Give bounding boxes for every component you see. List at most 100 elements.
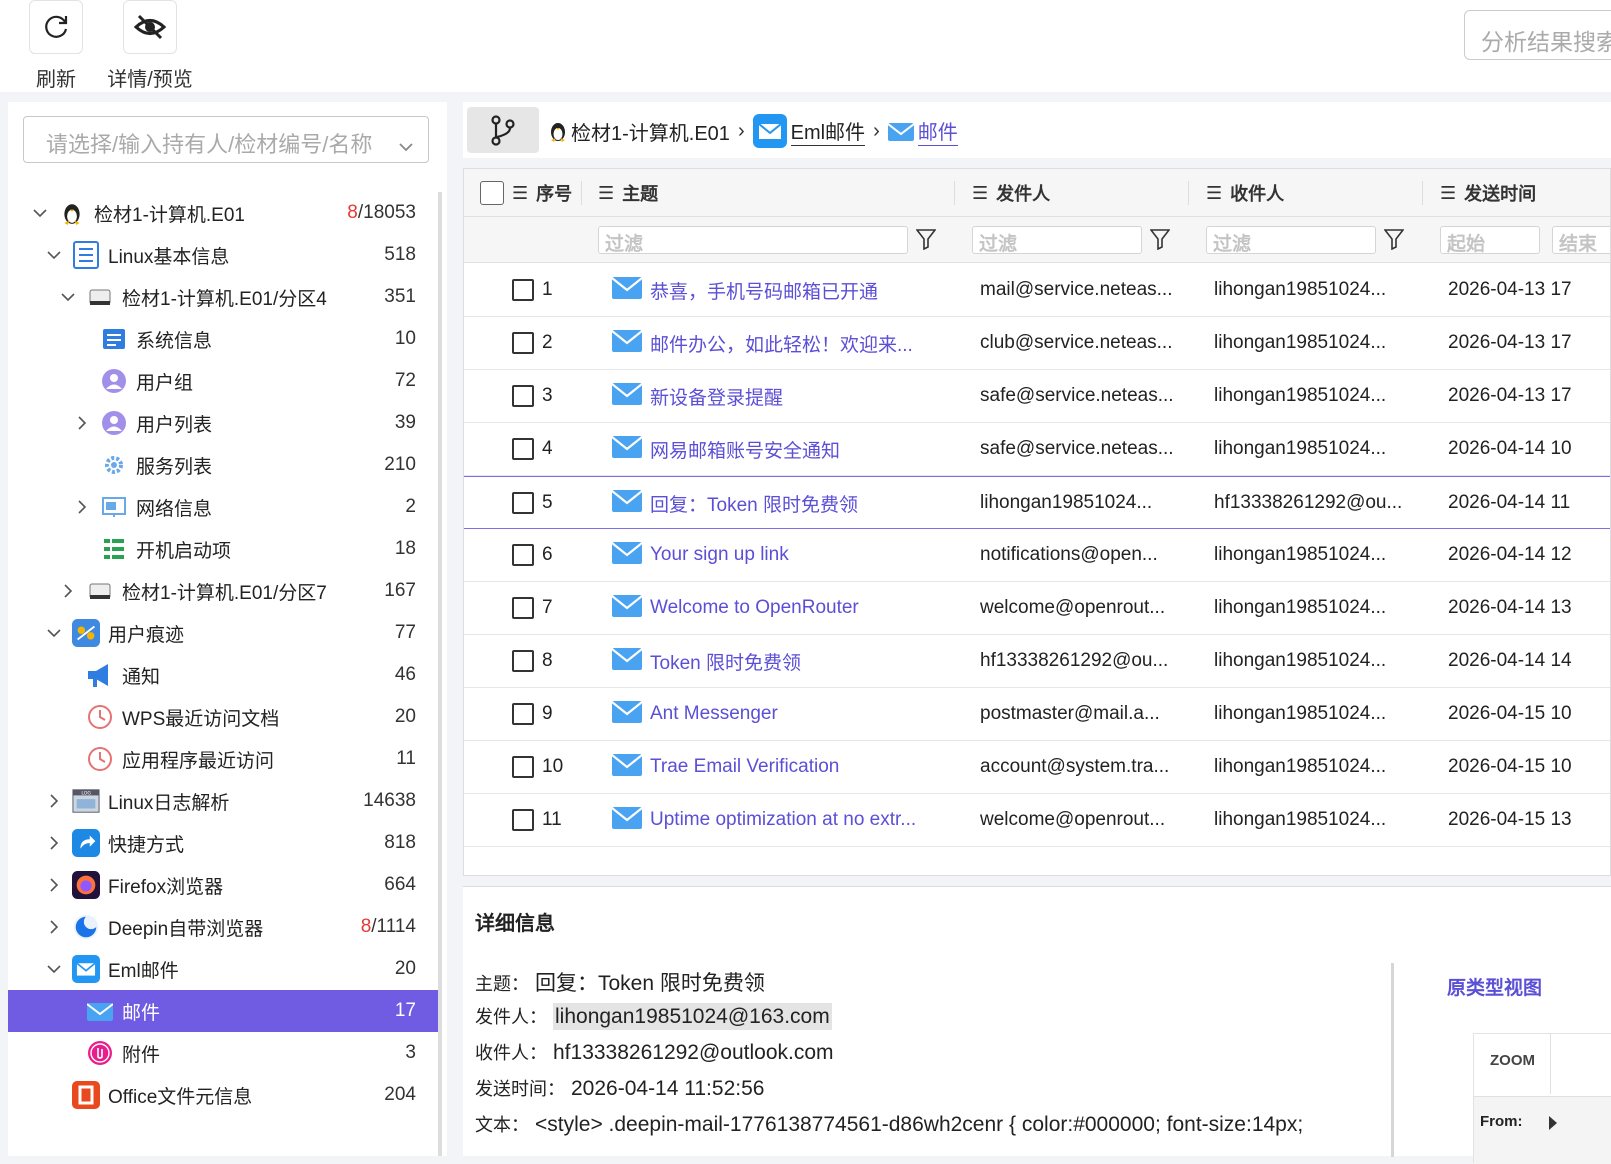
branch-button[interactable] — [467, 107, 539, 153]
row-checkbox[interactable] — [512, 477, 534, 529]
tree-item[interactable]: 用户痕迹 77 — [8, 612, 438, 654]
sidebar-scrollbar[interactable] — [438, 192, 442, 1156]
raw-view-link[interactable]: 原类型视图 — [1447, 973, 1542, 1000]
tree-item[interactable]: WPS最近访问文档 20 — [8, 696, 438, 738]
table-row[interactable]: 2 邮件办公，如此轻松！欢迎来... club@service.neteas... l… — [464, 317, 1610, 370]
row-subject[interactable]: 恭喜，手机号码邮箱已开通 — [612, 264, 952, 316]
row-subject[interactable]: Your sign up link — [612, 529, 952, 581]
preview-box: ZOOM From: — [1473, 1033, 1611, 1164]
breadcrumb-item-evidence[interactable]: 检材1-计算机.E01 — [549, 117, 730, 146]
column-header-recipient[interactable]: ☰ 收件人 — [1206, 169, 1284, 217]
row-subject[interactable]: Uptime optimization at no extr... — [612, 794, 952, 846]
breadcrumb-item-mail[interactable]: 邮件 — [887, 116, 958, 146]
row-subject[interactable]: 邮件办公，如此轻松！欢迎来... — [612, 317, 952, 369]
tree-item[interactable]: 附件 3 — [8, 1032, 438, 1074]
row-subject[interactable]: 新设备登录提醒 — [612, 370, 952, 422]
row-checkbox[interactable] — [512, 529, 534, 581]
row-checkbox[interactable] — [512, 264, 534, 316]
chevron-right-icon[interactable] — [58, 581, 78, 601]
row-checkbox[interactable] — [512, 582, 534, 634]
row-checkbox[interactable] — [512, 688, 534, 740]
tree-item[interactable]: 快捷方式 818 — [8, 822, 438, 864]
evidence-select[interactable]: 请选择/输入持有人/检材编号/名称 — [23, 116, 429, 163]
expand-arrow-icon[interactable] — [1548, 1115, 1558, 1136]
table-row[interactable]: 1 恭喜，手机号码邮箱已开通 mail@service.neteas... lihon… — [464, 264, 1610, 317]
chevron-right-icon[interactable] — [44, 875, 64, 895]
chevron-right-icon[interactable] — [72, 497, 92, 517]
row-checkbox[interactable] — [512, 370, 534, 422]
row-subject[interactable]: Token 限时免费领 — [612, 635, 952, 687]
table-row[interactable]: 3 新设备登录提醒 safe@service.neteas... lihongan19… — [464, 370, 1610, 423]
chevron-right-icon[interactable] — [72, 413, 92, 433]
row-checkbox[interactable] — [512, 794, 534, 846]
table-row[interactable]: 5 回复：Token 限时免费领 lihongan19851024... hf1333… — [464, 476, 1610, 529]
tree-item[interactable]: 检材1-计算机.E01/分区7 167 — [8, 570, 438, 612]
filter-funnel-icon[interactable] — [1383, 228, 1405, 255]
subject-filter-input[interactable]: 过滤 — [598, 226, 908, 254]
tree-item[interactable]: 网络信息 2 — [8, 486, 438, 528]
chevron-down-icon[interactable] — [30, 203, 50, 223]
tree-item[interactable]: 检材1-计算机.E01/分区4 351 — [8, 276, 438, 318]
tree-item[interactable]: 系统信息 10 — [8, 318, 438, 360]
svg-text:LOG: LOG — [81, 790, 91, 796]
time-start-input[interactable]: 起始 — [1440, 226, 1540, 254]
table-row[interactable]: 6 Your sign up link notifications@open... l… — [464, 529, 1610, 582]
log-icon: LOG — [72, 787, 100, 815]
tree-item[interactable]: 开机启动项 18 — [8, 528, 438, 570]
tree-item[interactable]: Linux基本信息 518 — [8, 234, 438, 276]
sender-filter-input[interactable]: 过滤 — [972, 226, 1142, 254]
row-subject[interactable]: 回复：Token 限时免费领 — [612, 477, 952, 529]
preview-button[interactable]: 详情/预览 — [100, 0, 200, 92]
tree-item[interactable]: Eml邮件 20 — [8, 948, 438, 990]
tree-item[interactable]: LOG Linux日志解析 14638 — [8, 780, 438, 822]
row-checkbox[interactable] — [512, 635, 534, 687]
recipient-filter-input[interactable]: 过滤 — [1206, 226, 1376, 254]
tree-item[interactable]: Firefox浏览器 664 — [8, 864, 438, 906]
table-row[interactable]: 10 Trae Email Verification account@system.… — [464, 741, 1610, 794]
select-all-checkbox[interactable] — [480, 169, 504, 217]
breadcrumb-item-eml[interactable]: Eml邮件 — [752, 114, 866, 148]
time-end-input[interactable]: 结束 — [1552, 226, 1610, 254]
table-row[interactable]: 7 Welcome to OpenRouter welcome@openrout..… — [464, 582, 1610, 635]
tree-item[interactable]: 用户组 72 — [8, 360, 438, 402]
row-subject[interactable]: Ant Messenger — [612, 688, 952, 740]
refresh-button[interactable]: 刷新 — [6, 0, 106, 92]
chevron-down-icon[interactable] — [58, 287, 78, 307]
tree-item[interactable]: 检材1-计算机.E01 8/18053 — [8, 192, 438, 234]
table-row[interactable]: 4 网易邮箱账号安全通知 safe@service.neteas... lihonga… — [464, 423, 1610, 476]
chevron-down-icon[interactable] — [44, 245, 64, 265]
chevron-right-icon[interactable] — [44, 917, 64, 937]
row-subject[interactable]: 网易邮箱账号安全通知 — [612, 423, 952, 475]
chevron-down-icon[interactable] — [44, 623, 64, 643]
table-row[interactable]: 9 Ant Messenger postmaster@mail.a... lihong… — [464, 688, 1610, 741]
row-checkbox[interactable] — [512, 423, 534, 475]
row-subject[interactable]: Welcome to OpenRouter — [612, 582, 952, 634]
menu-icon: ☰ — [1206, 182, 1223, 203]
tree-item[interactable]: 用户列表 39 — [8, 402, 438, 444]
column-header-sender[interactable]: ☰ 发件人 — [972, 169, 1050, 217]
tree-item[interactable]: 邮件 17 — [8, 990, 438, 1032]
table-row[interactable]: 8 Token 限时免费领 hf13338261292@ou... lihongan1… — [464, 635, 1610, 688]
result-search-input[interactable]: 分析结果搜索 — [1464, 10, 1611, 60]
tree-item[interactable]: 应用程序最近访问 11 — [8, 738, 438, 780]
from-row[interactable]: From: — [1474, 1096, 1611, 1164]
chevron-down-icon[interactable] — [44, 959, 64, 979]
column-header-seq[interactable]: ☰ 序号 — [512, 169, 572, 217]
row-subject[interactable]: Trae Email Verification — [612, 741, 952, 793]
row-checkbox[interactable] — [512, 741, 534, 793]
chevron-right-icon[interactable] — [44, 833, 64, 853]
tree-item[interactable]: 服务列表 210 — [8, 444, 438, 486]
clock-icon — [86, 703, 114, 731]
tree-item[interactable]: 通知 46 — [8, 654, 438, 696]
detail-splitter[interactable] — [1391, 963, 1394, 1157]
table-row[interactable]: 11 Uptime optimization at no extr... welco… — [464, 794, 1610, 847]
row-checkbox[interactable] — [512, 317, 534, 369]
zoom-button[interactable]: ZOOM — [1490, 1052, 1535, 1069]
tree-item[interactable]: Deepin自带浏览器 8/1114 — [8, 906, 438, 948]
column-header-time[interactable]: ☰ 发送时间 — [1440, 169, 1536, 217]
filter-funnel-icon[interactable] — [1149, 228, 1171, 255]
filter-funnel-icon[interactable] — [915, 228, 937, 255]
column-header-subject[interactable]: ☰ 主题 — [598, 169, 658, 217]
chevron-right-icon[interactable] — [44, 791, 64, 811]
tree-item[interactable]: Office文件元信息 204 — [8, 1074, 438, 1116]
